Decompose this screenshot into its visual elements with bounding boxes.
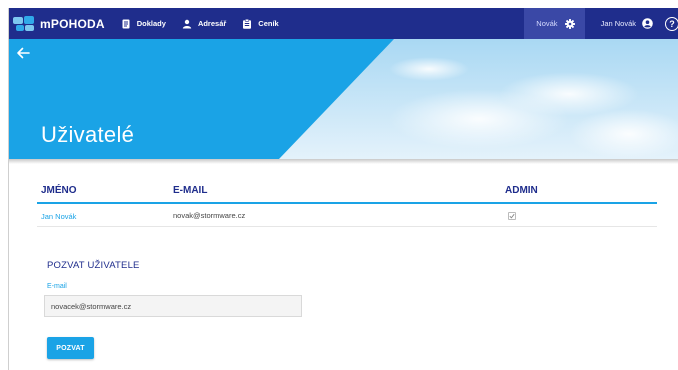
nav-item-label: Ceník	[258, 19, 279, 28]
admin-cell	[505, 206, 655, 224]
help-glyph: ?	[669, 18, 675, 29]
help-circle-icon[interactable]: ?	[665, 16, 678, 31]
person-icon	[182, 19, 192, 28]
page-header-banner: Uživatelé	[9, 39, 678, 159]
top-navigation-bar: mPOHODA Doklady Adresář Ceník Novák Jan …	[9, 8, 678, 39]
column-header-admin[interactable]: ADMIN	[505, 185, 655, 196]
brand-name: mPOHODA	[40, 16, 105, 31]
pohoda-logo-icon	[13, 15, 35, 32]
app-window: mPOHODA Doklady Adresář Ceník Novák Jan …	[8, 8, 678, 370]
email-cell: novak@stormware.cz	[173, 210, 246, 220]
page-title: Uživatelé	[41, 122, 135, 147]
invite-button[interactable]: POZVAT	[47, 337, 94, 359]
admin-checkbox[interactable]	[508, 212, 516, 220]
header-shadow	[9, 159, 678, 164]
nav-item-label: Doklady	[136, 19, 166, 28]
column-header-name[interactable]: JMÉNO	[37, 185, 173, 196]
nav-item-label: Adresář	[197, 19, 227, 28]
clipboard-icon	[243, 18, 252, 29]
email-field[interactable]	[44, 295, 302, 317]
back-arrow-icon[interactable]	[16, 47, 30, 59]
invite-section-title: POZVAT UŽIVATELE	[47, 260, 140, 271]
check-icon	[509, 213, 515, 219]
company-switcher[interactable]: Novák	[524, 8, 585, 39]
nav-item-doklady[interactable]: Doklady	[121, 8, 166, 39]
user-name: Jan Novák	[600, 19, 636, 28]
company-name: Novák	[536, 19, 558, 28]
table-row: Jan Novák novak@stormware.cz	[37, 204, 657, 227]
gear-icon	[564, 18, 575, 29]
user-menu[interactable]: Jan Novák	[585, 8, 661, 39]
brand[interactable]: mPOHODA	[13, 8, 105, 39]
email-field-label: E-mail	[47, 283, 67, 290]
users-table: JMÉNO E-MAIL ADMIN Jan Novák novak@storm…	[37, 178, 657, 227]
account-circle-icon	[642, 18, 653, 29]
table-header: JMÉNO E-MAIL ADMIN	[37, 178, 657, 204]
document-icon	[122, 19, 130, 28]
user-name-link[interactable]: Jan Novák	[41, 212, 76, 221]
nav-item-adresar[interactable]: Adresář	[182, 8, 226, 39]
name-cell: Jan Novák	[37, 206, 173, 224]
nav-item-cenik[interactable]: Ceník	[242, 8, 279, 39]
column-header-email[interactable]: E-MAIL	[173, 185, 505, 196]
nav-right: Novák Jan Novák ?	[524, 8, 678, 39]
